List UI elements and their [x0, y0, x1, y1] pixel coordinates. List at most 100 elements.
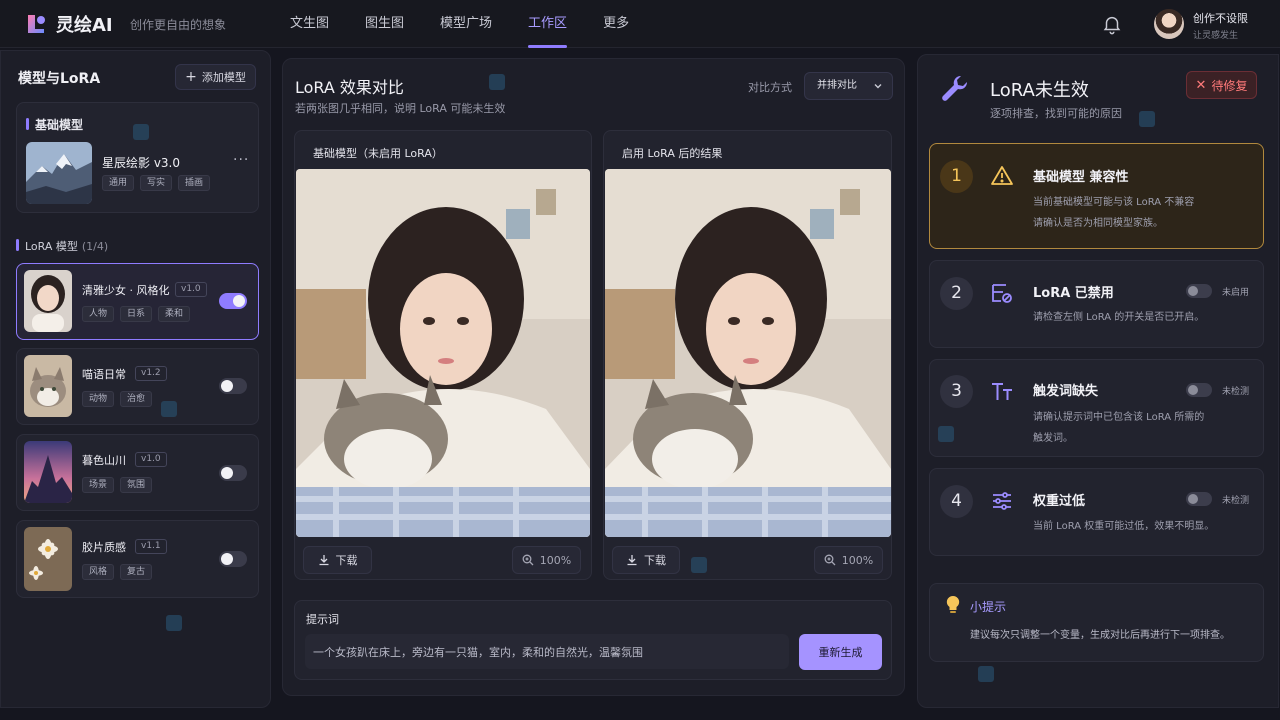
step-status: 未检测 — [1222, 387, 1250, 397]
left-panel-title: 模型与LoRA — [18, 71, 101, 87]
add-model-label: 添加模型 — [201, 71, 246, 84]
step-title: 权重过低 — [1033, 494, 1086, 509]
check-step[interactable]: 2 LoRA 已禁用 请检查左侧 LoRA 的开关是否已开启。 未启用 — [929, 260, 1264, 348]
lora-name: 清雅少女 · 风格化 — [82, 284, 170, 297]
check-step[interactable]: 4 权重过低 当前 LoRA 权重可能过低，效果不明显。 未检测 — [929, 468, 1264, 556]
nav-workspace[interactable]: 工作区 — [516, 0, 579, 48]
check-step[interactable]: 3 触发词缺失 请确认提示词中已包含该 LoRA 所需的 触发词。 未检测 — [929, 359, 1264, 457]
step-description: 请确认提示词中已包含该 LoRA 所需的 触发词。 — [1033, 412, 1205, 444]
lora-tag: 风格 — [82, 564, 115, 580]
compare-mode-select[interactable]: 并排对比 — [804, 72, 893, 100]
lora-thumbnail — [24, 527, 72, 591]
text-size-icon — [992, 383, 1012, 400]
download-icon — [319, 555, 328, 566]
lora-thumbnail — [24, 270, 72, 332]
warning-icon — [991, 166, 1013, 185]
watermark-icon — [133, 124, 149, 140]
step-title: 基础模型 兼容性 — [1033, 170, 1129, 185]
lora-tag: 动物 — [82, 391, 115, 407]
watermark-icon — [691, 557, 707, 573]
lora-tag: 场景 — [82, 477, 115, 493]
prompt-input[interactable] — [305, 634, 789, 669]
regenerate-button[interactable]: 重新生成 — [799, 634, 882, 670]
step-description: 请检查左侧 LoRA 的开关是否已开启。 — [1033, 312, 1205, 323]
download-button[interactable]: 下载 — [612, 546, 680, 574]
lora-version: v1.1 — [135, 539, 167, 554]
issue-subtitle: 逐项排查，找到可能的原因 — [990, 107, 1122, 120]
brand-name[interactable]: 灵绘AI — [56, 11, 113, 37]
watermark-icon — [166, 615, 182, 631]
lora-name: 喵语日常 — [82, 368, 126, 381]
lora-name: 胶片质感 — [82, 541, 126, 554]
zoom-control[interactable]: 100% — [512, 546, 581, 574]
lora-version: v1.2 — [135, 366, 167, 381]
step-status: 未启用 — [1222, 288, 1250, 298]
lora-tag: 氛围 — [120, 477, 153, 493]
check-step[interactable]: 1 基础模型 兼容性 当前基础模型可能与该 LoRA 不兼容 请确认是否为相同模… — [929, 143, 1264, 249]
zoom-control[interactable]: 100% — [814, 546, 883, 574]
tip-box — [929, 583, 1264, 662]
bell-icon[interactable] — [1101, 13, 1123, 35]
step-description: 当前 LoRA 权重可能过低，效果不明显。 — [1033, 521, 1215, 532]
close-icon: ✕ — [1195, 77, 1207, 93]
base-model-section-title: 基础模型 — [26, 116, 83, 133]
tip-title: 小提示 — [970, 600, 1007, 614]
lora-toggle[interactable] — [219, 293, 247, 309]
zoom-icon — [824, 554, 836, 566]
compare-mode-label: 对比方式 — [748, 81, 792, 94]
nav-text-to-image[interactable]: 文生图 — [278, 0, 341, 48]
weight-toggle[interactable] — [1186, 492, 1212, 506]
sliders-icon — [993, 492, 1011, 510]
avatar[interactable] — [1154, 9, 1184, 39]
lora-enable-toggle[interactable] — [1186, 284, 1212, 298]
lora-version: v1.0 — [135, 452, 167, 467]
tip-text: 建议每次只调整一个变量，生成对比后再进行下一项排查。 — [970, 630, 1230, 641]
lightbulb-icon — [946, 595, 960, 613]
step-title: 触发词缺失 — [1033, 384, 1099, 399]
prompt-label: 提示词 — [306, 613, 339, 626]
chevron-down-icon — [874, 84, 882, 89]
brand-slogan: 创作更自由的想象 — [130, 18, 227, 32]
step-number: 2 — [940, 277, 973, 310]
status-badge[interactable]: ✕ 待修复 — [1186, 71, 1257, 99]
download-button[interactable]: 下载 — [303, 546, 372, 574]
step-description: 当前基础模型可能与该 LoRA 不兼容 请确认是否为相同模型家族。 — [1033, 197, 1195, 229]
base-result-title: 基础模型（未启用 LoRA） — [313, 147, 443, 160]
lora-toggle[interactable] — [219, 465, 247, 481]
user-subtitle: 让灵感发生 — [1193, 31, 1239, 41]
lora-result-title: 启用 LoRA 后的结果 — [622, 147, 723, 160]
base-model-tag: 插画 — [178, 175, 211, 191]
step-number: 1 — [940, 160, 973, 193]
lora-toggle[interactable] — [219, 378, 247, 394]
base-model-thumbnail[interactable] — [26, 142, 92, 204]
step-number: 3 — [940, 375, 973, 408]
lora-thumbnail — [24, 355, 72, 417]
lora-version: v1.0 — [175, 282, 207, 297]
compare-title: LoRA 效果对比 — [295, 78, 404, 97]
base-result-image[interactable] — [296, 169, 590, 537]
lora-section-title: LoRA 模型 (1/4) — [16, 238, 108, 254]
nav-image-to-image[interactable]: 图生图 — [353, 0, 416, 48]
lora-toggle[interactable] — [219, 551, 247, 567]
lora-tag: 人物 — [82, 306, 115, 322]
lora-tag: 日系 — [120, 306, 153, 322]
stack-disabled-icon — [992, 284, 1012, 303]
watermark-icon — [489, 74, 505, 90]
base-model-tag: 通用 — [102, 175, 135, 191]
watermark-icon — [1139, 111, 1155, 127]
zoom-icon — [522, 554, 534, 566]
more-options-icon[interactable]: ··· — [233, 152, 249, 168]
user-name[interactable]: 创作不设限 — [1193, 10, 1248, 26]
lora-result-image[interactable] — [605, 169, 891, 537]
lora-thumbnail — [24, 441, 72, 503]
nav-more[interactable]: 更多 — [591, 0, 641, 48]
nav-model-square[interactable]: 模型广场 — [428, 0, 504, 48]
logo-icon[interactable] — [24, 12, 48, 36]
watermark-icon — [978, 666, 994, 682]
watermark-icon — [161, 401, 177, 417]
base-model-tag: 写实 — [140, 175, 173, 191]
add-model-button[interactable]: + 添加模型 — [175, 64, 256, 90]
issue-title: LoRA未生效 — [990, 80, 1089, 101]
trigger-word-toggle[interactable] — [1186, 383, 1212, 397]
lora-tag: 复古 — [120, 564, 153, 580]
